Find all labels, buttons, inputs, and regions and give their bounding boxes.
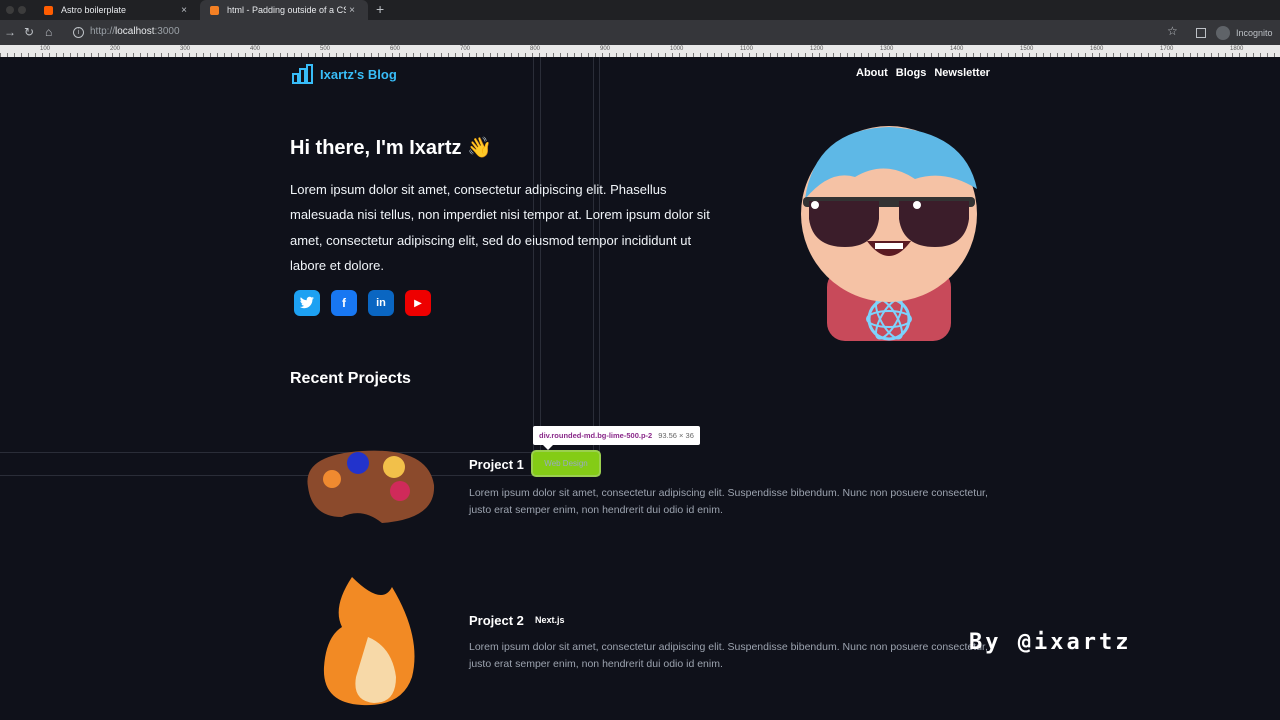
hero-description: Lorem ipsum dolor sit amet, consectetur … [290,182,710,273]
ruler-label: 1700 [1160,46,1174,52]
flame-icon [323,577,415,706]
window-controls[interactable] [6,6,26,14]
browser-toolbar: → ↻ ⌂ i http://localhost:3000 ☆ Incognit… [0,20,1280,45]
tab-astro-boilerplate[interactable]: Astro boilerplate × [34,0,200,20]
ruler-label: 1800 [1230,46,1244,52]
reload-icon[interactable]: ↻ [24,25,34,39]
main-nav: About Blogs Newsletter [856,67,990,79]
astro-favicon-icon [44,5,53,15]
youtube-icon[interactable]: ▶ [405,290,431,316]
ruler-label: 1300 [880,46,894,52]
forward-icon[interactable]: → [4,25,16,39]
facebook-icon[interactable]: f [331,290,357,316]
site-logo[interactable]: Ixartz's Blog [292,64,397,84]
tab-label: Astro boilerplate [61,5,127,15]
home-icon[interactable]: ⌂ [45,25,52,39]
guide-line [0,475,600,476]
ruler-label: 500 [320,46,331,52]
tab-label: html - Padding outside of a CS [227,5,346,15]
tab-close-icon[interactable]: × [346,5,358,16]
ruler-label: 1500 [1020,46,1034,52]
recent-projects-title: Recent Projects [290,370,411,387]
ruler-label: 1600 [1090,46,1104,52]
new-tab-button[interactable]: + [376,1,384,17]
project-1-title[interactable]: Project 1 [469,457,524,472]
project-1-description: Lorem ipsum dolor sit amet, consectetur … [469,487,988,516]
ruler-label: 600 [390,46,401,52]
palette-icon [307,450,435,523]
twitter-icon[interactable] [294,290,320,316]
browser-tab-bar: Astro boilerplate × html - Padding outsi… [0,0,1280,20]
project-2-title[interactable]: Project 2 [469,613,524,628]
ruler-label: 200 [110,46,121,52]
bookmark-star-icon[interactable]: ☆ [1167,24,1178,38]
tooltip-selector: div.rounded-md.bg-lime-500.p-2 [539,431,653,440]
guide-line [0,452,600,453]
nav-about-link[interactable]: About [856,67,888,79]
ruler-label: 1000 [670,46,684,52]
ruler-label: 900 [600,46,611,52]
ruler-label: 400 [250,46,261,52]
incognito-icon[interactable] [1216,26,1230,40]
site-info-icon[interactable]: i [73,27,84,38]
project-1-tag[interactable]: Web Design [533,452,599,475]
watermark: By @ixartz [969,630,1132,655]
tab-stackoverflow[interactable]: html - Padding outside of a CS × [200,0,368,20]
tooltip-dimensions: 93.56 × 36 [658,431,694,440]
address-bar[interactable]: http://localhost:3000 [90,26,180,37]
ruler-label: 100 [40,46,51,52]
hero-title: Hi there, I'm Ixartz 👋 [290,137,492,159]
stackoverflow-favicon-icon [210,5,219,15]
ruler-label: 1400 [950,46,964,52]
project-2-tag[interactable]: Next.js [535,615,565,625]
ruler-label: 800 [530,46,541,52]
ruler-label: 300 [180,46,191,52]
project-2-description: Lorem ipsum dolor sit amet, consectetur … [469,641,988,670]
incognito-label: Incognito [1236,28,1273,38]
ruler-label: 1200 [810,46,824,52]
avatar-illustration [801,126,977,341]
bar-chart-logo-icon [292,64,313,84]
devtools-inspect-tooltip: div.rounded-md.bg-lime-500.p-2 93.56 × 3… [533,426,700,450]
page-viewport: Ixartz's Blog About Blogs Newsletter Hi … [0,57,1280,720]
logo-text: Ixartz's Blog [320,66,397,82]
nav-blogs-link[interactable]: Blogs [896,67,927,79]
linkedin-icon[interactable]: in [368,290,394,316]
side-panel-icon[interactable] [1196,28,1206,38]
ruler-label: 1100 [740,46,753,52]
ruler-label: 700 [460,46,471,52]
nav-newsletter-link[interactable]: Newsletter [934,67,990,79]
social-links: f in ▶ [294,290,431,316]
devtools-ruler: 100 200 300 400 500 600 700 800 900 1000 1100 1200 1… [0,45,1280,57]
tab-close-icon[interactable]: × [178,5,190,16]
